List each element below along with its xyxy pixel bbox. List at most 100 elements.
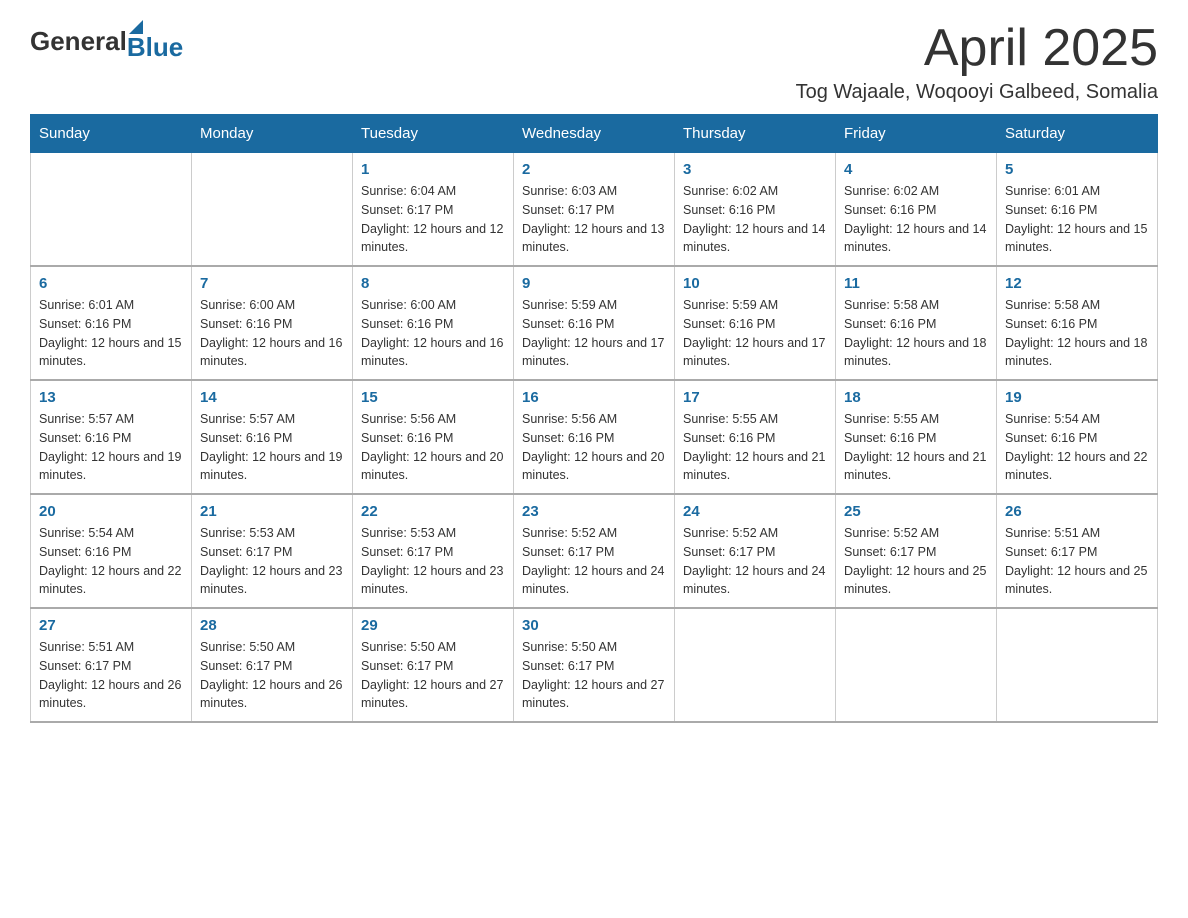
week-row-4: 20Sunrise: 5:54 AMSunset: 6:16 PMDayligh… <box>31 494 1158 608</box>
week-row-5: 27 Sunrise: 5:51 AMSunset: 6:17 PMDayligh… <box>31 608 1158 722</box>
day-info: Sunrise: 5:51 AMSunset: 6:17 PMDaylight:… <box>1005 524 1149 599</box>
day-info: Sunrise: 6:04 AMSunset: 6:17 PMDaylight:… <box>361 182 505 257</box>
page-subtitle: Tog Wajaale, Woqooyi Galbeed, Somalia <box>796 81 1158 104</box>
calendar-cell: 7Sunrise: 6:00 AMSunset: 6:16 PMDaylight… <box>192 266 353 380</box>
day-info: Sunrise: 5:53 AMSunset: 6:17 PMDaylight:… <box>200 524 344 599</box>
logo-blue-text: Blue <box>127 32 183 63</box>
col-saturday: Saturday <box>997 115 1158 153</box>
calendar-cell: 21 Sunrise: 5:53 AMSunset: 6:17 PMDayligh… <box>192 494 353 608</box>
day-info: Sunrise: 5:52 AMSunset: 6:17 PMDaylight:… <box>844 524 988 599</box>
day-number: 4 <box>844 161 988 178</box>
calendar-cell: 18Sunrise: 5:55 AMSunset: 6:16 PMDayligh… <box>836 380 997 494</box>
day-number: 8 <box>361 275 505 292</box>
col-sunday: Sunday <box>31 115 192 153</box>
calendar-cell: 3 Sunrise: 6:02 AMSunset: 6:16 PMDaylight… <box>675 153 836 267</box>
calendar-cell: 29 Sunrise: 5:50 AMSunset: 6:17 PMDayligh… <box>353 608 514 722</box>
page-title: April 2025 <box>796 20 1158 77</box>
calendar-cell: 28 Sunrise: 5:50 AMSunset: 6:17 PMDayligh… <box>192 608 353 722</box>
day-info: Sunrise: 5:52 AMSunset: 6:17 PMDaylight:… <box>522 524 666 599</box>
day-number: 17 <box>683 389 827 406</box>
day-info: Sunrise: 5:50 AMSunset: 6:17 PMDaylight:… <box>200 638 344 713</box>
day-number: 28 <box>200 617 344 634</box>
day-info: Sunrise: 5:51 AMSunset: 6:17 PMDaylight:… <box>39 638 183 713</box>
title-area: April 2025 Tog Wajaale, Woqooyi Galbeed,… <box>796 20 1158 104</box>
page-header: General Blue April 2025 Tog Wajaale, Woq… <box>30 20 1158 104</box>
calendar-cell: 13Sunrise: 5:57 AMSunset: 6:16 PMDayligh… <box>31 380 192 494</box>
day-number: 6 <box>39 275 183 292</box>
calendar-cell: 15 Sunrise: 5:56 AMSunset: 6:16 PMDayligh… <box>353 380 514 494</box>
calendar-cell: 17 Sunrise: 5:55 AMSunset: 6:16 PMDayligh… <box>675 380 836 494</box>
day-info: Sunrise: 5:53 AMSunset: 6:17 PMDaylight:… <box>361 524 505 599</box>
day-info: Sunrise: 6:03 AMSunset: 6:17 PMDaylight:… <box>522 182 666 257</box>
day-number: 29 <box>361 617 505 634</box>
week-row-2: 6 Sunrise: 6:01 AMSunset: 6:16 PMDaylight… <box>31 266 1158 380</box>
calendar-cell: 24 Sunrise: 5:52 AMSunset: 6:17 PMDayligh… <box>675 494 836 608</box>
logo-area: General Blue <box>30 20 183 63</box>
day-number: 20 <box>39 503 183 520</box>
day-info: Sunrise: 5:57 AMSunset: 6:16 PMDaylight:… <box>39 410 183 485</box>
calendar-cell: 30Sunrise: 5:50 AMSunset: 6:17 PMDayligh… <box>514 608 675 722</box>
day-info: Sunrise: 5:59 AMSunset: 6:16 PMDaylight:… <box>683 296 827 371</box>
day-info: Sunrise: 5:56 AMSunset: 6:16 PMDaylight:… <box>522 410 666 485</box>
day-number: 11 <box>844 275 988 292</box>
calendar-cell: 20Sunrise: 5:54 AMSunset: 6:16 PMDayligh… <box>31 494 192 608</box>
calendar-cell <box>31 153 192 267</box>
day-info: Sunrise: 5:50 AMSunset: 6:17 PMDaylight:… <box>361 638 505 713</box>
col-monday: Monday <box>192 115 353 153</box>
day-number: 27 <box>39 617 183 634</box>
calendar-cell: 1 Sunrise: 6:04 AMSunset: 6:17 PMDaylight… <box>353 153 514 267</box>
calendar-cell: 8 Sunrise: 6:00 AMSunset: 6:16 PMDaylight… <box>353 266 514 380</box>
calendar-cell: 2Sunrise: 6:03 AMSunset: 6:17 PMDaylight… <box>514 153 675 267</box>
calendar-cell: 5 Sunrise: 6:01 AMSunset: 6:16 PMDaylight… <box>997 153 1158 267</box>
day-number: 12 <box>1005 275 1149 292</box>
col-thursday: Thursday <box>675 115 836 153</box>
day-info: Sunrise: 5:52 AMSunset: 6:17 PMDaylight:… <box>683 524 827 599</box>
calendar-cell: 11 Sunrise: 5:58 AMSunset: 6:16 PMDayligh… <box>836 266 997 380</box>
day-info: Sunrise: 5:55 AMSunset: 6:16 PMDaylight:… <box>683 410 827 485</box>
day-number: 30 <box>522 617 666 634</box>
day-number: 21 <box>200 503 344 520</box>
calendar-cell <box>192 153 353 267</box>
day-number: 15 <box>361 389 505 406</box>
calendar-cell: 27 Sunrise: 5:51 AMSunset: 6:17 PMDayligh… <box>31 608 192 722</box>
calendar-cell <box>675 608 836 722</box>
day-number: 24 <box>683 503 827 520</box>
logo-blue-part: Blue <box>127 20 183 63</box>
day-info: Sunrise: 6:00 AMSunset: 6:16 PMDaylight:… <box>200 296 344 371</box>
day-number: 14 <box>200 389 344 406</box>
day-info: Sunrise: 5:58 AMSunset: 6:16 PMDaylight:… <box>1005 296 1149 371</box>
day-number: 16 <box>522 389 666 406</box>
day-info: Sunrise: 6:01 AMSunset: 6:16 PMDaylight:… <box>39 296 183 371</box>
day-number: 19 <box>1005 389 1149 406</box>
day-info: Sunrise: 5:59 AMSunset: 6:16 PMDaylight:… <box>522 296 666 371</box>
day-number: 22 <box>361 503 505 520</box>
calendar-cell: 22 Sunrise: 5:53 AMSunset: 6:17 PMDayligh… <box>353 494 514 608</box>
week-row-3: 13Sunrise: 5:57 AMSunset: 6:16 PMDayligh… <box>31 380 1158 494</box>
col-tuesday: Tuesday <box>353 115 514 153</box>
calendar-cell <box>836 608 997 722</box>
calendar-cell: 26 Sunrise: 5:51 AMSunset: 6:17 PMDayligh… <box>997 494 1158 608</box>
logo: General Blue <box>30 20 183 63</box>
calendar-cell: 4 Sunrise: 6:02 AMSunset: 6:16 PMDaylight… <box>836 153 997 267</box>
calendar-cell: 9Sunrise: 5:59 AMSunset: 6:16 PMDaylight… <box>514 266 675 380</box>
col-wednesday: Wednesday <box>514 115 675 153</box>
calendar-cell: 12 Sunrise: 5:58 AMSunset: 6:16 PMDayligh… <box>997 266 1158 380</box>
day-info: Sunrise: 6:02 AMSunset: 6:16 PMDaylight:… <box>844 182 988 257</box>
calendar-cell: 16 Sunrise: 5:56 AMSunset: 6:16 PMDayligh… <box>514 380 675 494</box>
calendar-table: Sunday Monday Tuesday Wednesday Thursday… <box>30 114 1158 723</box>
day-number: 18 <box>844 389 988 406</box>
day-info: Sunrise: 5:56 AMSunset: 6:16 PMDaylight:… <box>361 410 505 485</box>
day-info: Sunrise: 6:01 AMSunset: 6:16 PMDaylight:… <box>1005 182 1149 257</box>
day-info: Sunrise: 6:00 AMSunset: 6:16 PMDaylight:… <box>361 296 505 371</box>
day-info: Sunrise: 5:57 AMSunset: 6:16 PMDaylight:… <box>200 410 344 485</box>
calendar-cell: 19Sunrise: 5:54 AMSunset: 6:16 PMDayligh… <box>997 380 1158 494</box>
calendar-cell: 10Sunrise: 5:59 AMSunset: 6:16 PMDayligh… <box>675 266 836 380</box>
day-number: 5 <box>1005 161 1149 178</box>
day-number: 26 <box>1005 503 1149 520</box>
day-info: Sunrise: 5:58 AMSunset: 6:16 PMDaylight:… <box>844 296 988 371</box>
col-friday: Friday <box>836 115 997 153</box>
day-number: 3 <box>683 161 827 178</box>
day-number: 1 <box>361 161 505 178</box>
calendar-cell: 14 Sunrise: 5:57 AMSunset: 6:16 PMDayligh… <box>192 380 353 494</box>
day-info: Sunrise: 6:02 AMSunset: 6:16 PMDaylight:… <box>683 182 827 257</box>
